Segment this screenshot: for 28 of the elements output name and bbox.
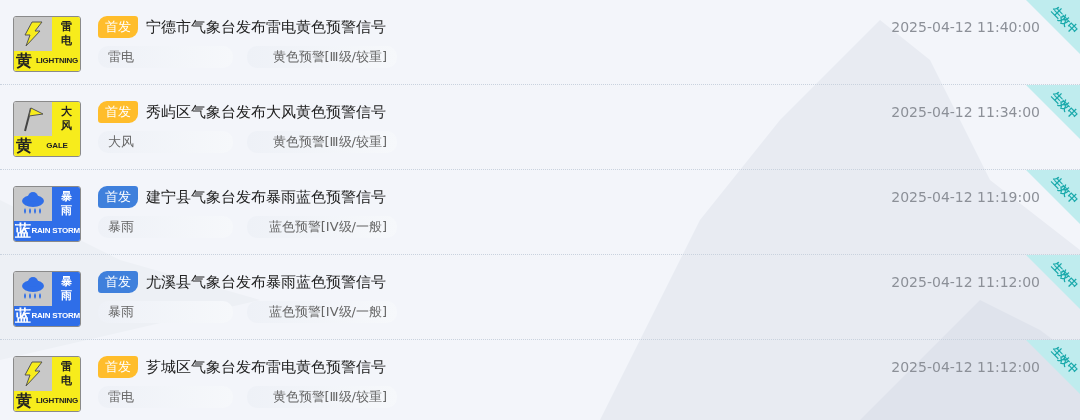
lightning-icon <box>22 361 44 387</box>
first-issue-badge: 首发 <box>98 16 138 38</box>
first-issue-badge: 首发 <box>98 101 138 123</box>
warning-title[interactable]: 尤溪县气象台发布暴雨蓝色预警信号 <box>146 272 386 292</box>
warning-title[interactable]: 宁德市气象台发布雷电黄色预警信号 <box>146 17 386 37</box>
sign-name: 暴雨 <box>60 190 72 218</box>
sign-english-label: RAIN STORM <box>31 306 80 326</box>
sign-level: 黄 <box>14 51 34 71</box>
first-issue-badge: 首发 <box>98 186 138 208</box>
sign-name: 雷电 <box>60 360 72 388</box>
first-issue-badge: 首发 <box>98 356 138 378</box>
sign-level: 黄 <box>14 136 34 156</box>
flag-icon <box>22 106 44 132</box>
sign-english-label: GALE <box>34 136 80 156</box>
sign-name: 暴雨 <box>60 275 72 303</box>
sign-level: 蓝 <box>14 306 32 326</box>
sign-level: 蓝 <box>14 221 32 241</box>
sign-name: 大风 <box>60 105 72 133</box>
warning-title[interactable]: 建宁县气象台发布暴雨蓝色预警信号 <box>146 187 386 207</box>
warning-title[interactable]: 秀屿区气象台发布大风黄色预警信号 <box>146 102 386 122</box>
sign-name: 雷电 <box>60 20 72 48</box>
first-issue-badge: 首发 <box>98 271 138 293</box>
sign-english-label: LIGHTNING <box>34 51 80 71</box>
warning-title[interactable]: 芗城区气象台发布雷电黄色预警信号 <box>146 357 386 377</box>
sign-english-label: LIGHTNING <box>34 391 80 411</box>
sign-english-label: RAIN STORM <box>31 221 80 241</box>
lightning-icon <box>22 21 44 47</box>
sign-level: 黄 <box>14 391 34 411</box>
